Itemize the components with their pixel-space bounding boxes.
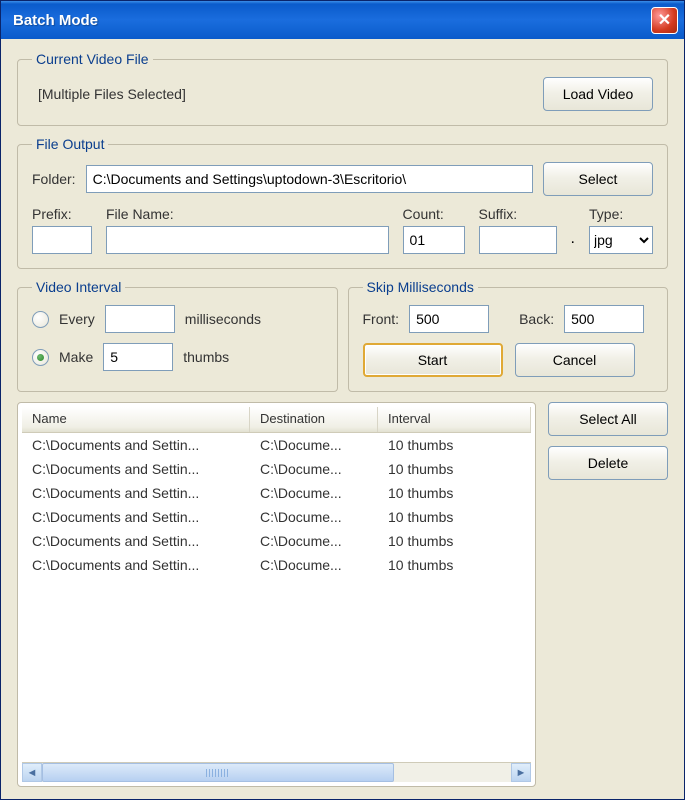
cell-destination: C:\Docume... [250, 485, 378, 501]
make-label: Make [59, 349, 93, 365]
current-video-group: Current Video File [Multiple Files Selec… [17, 51, 668, 126]
video-interval-group: Video Interval Every milliseconds Make t… [17, 279, 338, 392]
table-row[interactable]: C:\Documents and Settin...C:\Docume...10… [22, 505, 531, 529]
make-input[interactable] [103, 343, 173, 371]
type-label: Type: [589, 206, 653, 222]
window: Batch Mode ✕ Current Video File [Multipl… [0, 0, 685, 800]
every-radio[interactable] [32, 311, 49, 328]
close-button[interactable]: ✕ [651, 7, 678, 34]
window-title: Batch Mode [13, 12, 651, 29]
back-input[interactable] [564, 305, 644, 333]
cell-interval: 10 thumbs [378, 533, 531, 549]
scroll-right-arrow[interactable]: ► [511, 763, 531, 782]
cell-interval: 10 thumbs [378, 509, 531, 525]
current-video-legend: Current Video File [32, 51, 153, 67]
filename-label: File Name: [106, 206, 389, 222]
file-output-group: File Output Folder: Select Prefix: File … [17, 136, 668, 269]
table-row[interactable]: C:\Documents and Settin...C:\Docume...10… [22, 529, 531, 553]
titlebar: Batch Mode ✕ [1, 1, 684, 39]
scroll-track[interactable] [42, 763, 511, 782]
content-area: Current Video File [Multiple Files Selec… [1, 39, 684, 799]
cell-interval: 10 thumbs [378, 557, 531, 573]
prefix-input[interactable] [32, 226, 92, 254]
cell-name: C:\Documents and Settin... [22, 509, 250, 525]
cell-destination: C:\Docume... [250, 461, 378, 477]
every-label: Every [59, 311, 95, 327]
cell-name: C:\Documents and Settin... [22, 557, 250, 573]
listview-body: C:\Documents and Settin...C:\Docume...10… [22, 433, 531, 762]
every-unit: milliseconds [185, 311, 261, 327]
cell-destination: C:\Docume... [250, 533, 378, 549]
folder-input[interactable] [86, 165, 533, 193]
select-folder-button[interactable]: Select [543, 162, 653, 196]
skip-ms-group: Skip Milliseconds Front: Back: Start Can… [348, 279, 669, 392]
make-radio[interactable] [32, 349, 49, 366]
cell-destination: C:\Docume... [250, 437, 378, 453]
start-button[interactable]: Start [363, 343, 503, 377]
front-label: Front: [363, 311, 400, 327]
make-unit: thumbs [183, 349, 229, 365]
cell-interval: 10 thumbs [378, 461, 531, 477]
column-interval[interactable]: Interval [378, 407, 531, 432]
delete-button[interactable]: Delete [548, 446, 668, 480]
table-row[interactable]: C:\Documents and Settin...C:\Docume...10… [22, 553, 531, 577]
skip-ms-legend: Skip Milliseconds [363, 279, 478, 295]
back-label: Back: [519, 311, 554, 327]
cell-destination: C:\Docume... [250, 509, 378, 525]
load-video-button[interactable]: Load Video [543, 77, 653, 111]
cell-interval: 10 thumbs [378, 485, 531, 501]
listview-header: Name Destination Interval [22, 407, 531, 433]
file-listview[interactable]: Name Destination Interval C:\Documents a… [22, 407, 531, 762]
count-label: Count: [403, 206, 465, 222]
front-input[interactable] [409, 305, 489, 333]
current-video-status: [Multiple Files Selected] [32, 86, 186, 102]
video-interval-legend: Video Interval [32, 279, 125, 295]
dot-separator: . [571, 230, 575, 254]
cancel-button[interactable]: Cancel [515, 343, 635, 377]
cell-name: C:\Documents and Settin... [22, 437, 250, 453]
suffix-label: Suffix: [479, 206, 557, 222]
cell-name: C:\Documents and Settin... [22, 533, 250, 549]
cell-name: C:\Documents and Settin... [22, 485, 250, 501]
table-row[interactable]: C:\Documents and Settin...C:\Docume...10… [22, 457, 531, 481]
table-row[interactable]: C:\Documents and Settin...C:\Docume...10… [22, 481, 531, 505]
prefix-label: Prefix: [32, 206, 92, 222]
count-input[interactable] [403, 226, 465, 254]
suffix-input[interactable] [479, 226, 557, 254]
file-output-legend: File Output [32, 136, 108, 152]
every-input[interactable] [105, 305, 175, 333]
select-all-button[interactable]: Select All [548, 402, 668, 436]
cell-name: C:\Documents and Settin... [22, 461, 250, 477]
column-name[interactable]: Name [22, 407, 250, 432]
column-destination[interactable]: Destination [250, 407, 378, 432]
cell-destination: C:\Docume... [250, 557, 378, 573]
table-row[interactable]: C:\Documents and Settin...C:\Docume...10… [22, 433, 531, 457]
scroll-left-arrow[interactable]: ◄ [22, 763, 42, 782]
horizontal-scrollbar[interactable]: ◄ ► [22, 762, 531, 782]
cell-interval: 10 thumbs [378, 437, 531, 453]
folder-label: Folder: [32, 171, 76, 187]
listview-container: Name Destination Interval C:\Documents a… [17, 402, 536, 787]
close-icon: ✕ [658, 10, 671, 30]
scroll-thumb[interactable] [42, 763, 394, 782]
filename-input[interactable] [106, 226, 389, 254]
type-select[interactable]: jpg [589, 226, 653, 254]
